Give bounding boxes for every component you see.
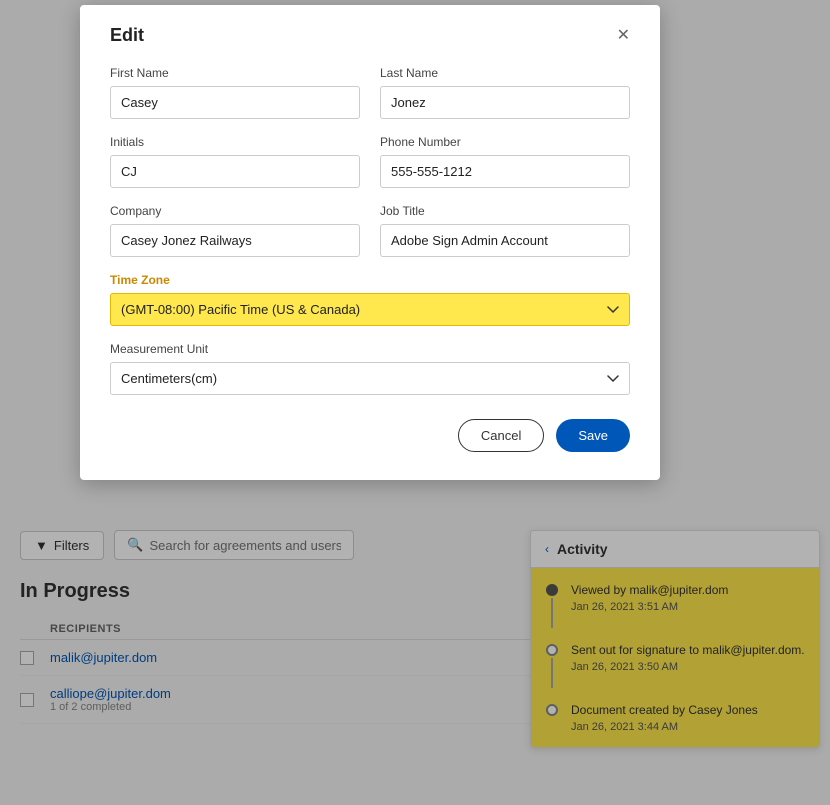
phone-label: Phone Number [380, 135, 630, 149]
name-row: First Name Last Name [110, 66, 630, 119]
phone-input[interactable] [380, 155, 630, 188]
modal-footer: Cancel Save [110, 419, 630, 452]
first-name-input[interactable] [110, 86, 360, 119]
timezone-section: Time Zone (GMT-08:00) Pacific Time (US &… [110, 273, 630, 326]
phone-group: Phone Number [380, 135, 630, 188]
timezone-label: Time Zone [110, 273, 630, 287]
company-group: Company [110, 204, 360, 257]
job-title-input[interactable] [380, 224, 630, 257]
last-name-input[interactable] [380, 86, 630, 119]
initials-phone-row: Initials Phone Number [110, 135, 630, 188]
save-button[interactable]: Save [556, 419, 630, 452]
initials-input[interactable] [110, 155, 360, 188]
modal-header: Edit ✕ [110, 25, 630, 46]
close-icon: ✕ [617, 27, 630, 44]
initials-label: Initials [110, 135, 360, 149]
cancel-button[interactable]: Cancel [458, 419, 544, 452]
modal-title: Edit [110, 25, 144, 46]
first-name-group: First Name [110, 66, 360, 119]
measurement-label: Measurement Unit [110, 342, 630, 356]
last-name-group: Last Name [380, 66, 630, 119]
close-button[interactable]: ✕ [617, 28, 630, 44]
initials-group: Initials [110, 135, 360, 188]
first-name-label: First Name [110, 66, 360, 80]
last-name-label: Last Name [380, 66, 630, 80]
edit-modal: Edit ✕ First Name Last Name Initials Pho… [80, 5, 660, 480]
job-title-label: Job Title [380, 204, 630, 218]
measurement-section: Measurement Unit Centimeters(cm) [110, 342, 630, 395]
company-jobtitle-row: Company Job Title [110, 204, 630, 257]
job-title-group: Job Title [380, 204, 630, 257]
company-label: Company [110, 204, 360, 218]
measurement-select[interactable]: Centimeters(cm) [110, 362, 630, 395]
timezone-select[interactable]: (GMT-08:00) Pacific Time (US & Canada) [110, 293, 630, 326]
company-input[interactable] [110, 224, 360, 257]
